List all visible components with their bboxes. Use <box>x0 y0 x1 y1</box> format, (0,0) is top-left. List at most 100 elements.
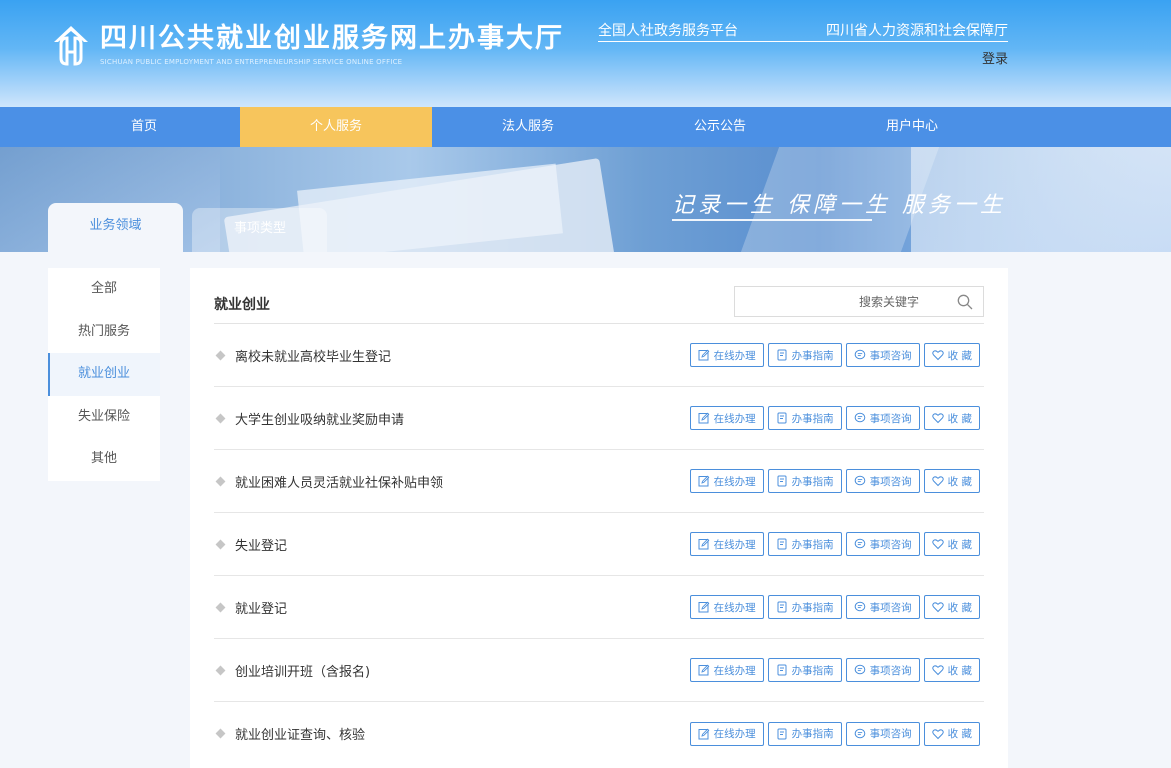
banner-slogan: 记录一生 保障一生 服务一生 <box>672 193 1006 218</box>
consult-label: 事项咨询 <box>869 601 912 614</box>
panel-title: 就业创业 <box>214 297 270 313</box>
list-item-title[interactable]: 就业登记 <box>235 598 287 617</box>
item-actions: 在线办理 办事指南 事项咨询 收 藏 <box>689 406 980 430</box>
sidebar-item-unemployment-insurance[interactable]: 失业保险 <box>48 396 160 439</box>
list-item-title[interactable]: 创业培训开班（含报名) <box>235 661 370 680</box>
guide-button[interactable]: 办事指南 <box>767 343 842 367</box>
nav-personal[interactable]: 个人服务 <box>240 107 432 147</box>
site-logo[interactable]: 四川公共就业创业服务网上办事大厅 SICHUAN PUBLIC EMPLOYME… <box>50 22 564 70</box>
favorite-label: 收 藏 <box>947 475 972 488</box>
bullet-icon <box>215 665 226 675</box>
guide-button[interactable]: 办事指南 <box>767 469 842 493</box>
guide-label: 办事指南 <box>791 412 834 425</box>
favorite-button[interactable]: 收 藏 <box>923 721 980 746</box>
sidebar-item-other[interactable]: 其他 <box>48 438 160 481</box>
nav-corporate[interactable]: 法人服务 <box>432 107 624 147</box>
guide-button[interactable]: 办事指南 <box>767 595 842 619</box>
document-icon <box>777 349 787 361</box>
list-item-title[interactable]: 失业登记 <box>235 535 287 554</box>
login-link[interactable]: 登录 <box>982 48 1008 67</box>
online-handle-button[interactable]: 在线办理 <box>689 595 764 619</box>
slogan-underline <box>672 219 872 221</box>
search-icon[interactable] <box>957 294 973 310</box>
main-nav: 首页 个人服务 法人服务 公示公告 用户中心 <box>0 107 1171 147</box>
consult-label: 事项咨询 <box>869 412 912 425</box>
consult-label: 事项咨询 <box>869 475 912 488</box>
document-icon <box>777 728 787 739</box>
online-handle-label: 在线办理 <box>713 475 756 488</box>
sidebar-item-all[interactable]: 全部 <box>48 268 160 311</box>
consult-button[interactable]: 事项咨询 <box>845 406 920 430</box>
consult-button[interactable]: 事项咨询 <box>845 595 920 619</box>
list-item: 就业创业证查询、核验 在线办理 办事指南 事项咨询 收 藏 <box>214 702 984 765</box>
guide-button[interactable]: 办事指南 <box>767 721 842 746</box>
consult-button[interactable]: 事项咨询 <box>845 532 920 556</box>
tab-item-type[interactable]: 事项类型 <box>192 208 327 252</box>
favorite-button[interactable]: 收 藏 <box>923 406 980 430</box>
chat-icon <box>854 475 865 486</box>
guide-label: 办事指南 <box>791 664 834 677</box>
main-panel: 就业创业 离校未就业高校毕业生登记 在线办理 办事指南 事项咨询 <box>190 268 1008 768</box>
edit-icon <box>698 664 709 676</box>
online-handle-button[interactable]: 在线办理 <box>689 532 764 556</box>
favorite-button[interactable]: 收 藏 <box>923 469 980 493</box>
list-item-title[interactable]: 就业创业证查询、核验 <box>235 724 365 743</box>
consult-label: 事项咨询 <box>869 664 912 677</box>
document-icon <box>777 475 787 487</box>
online-handle-button[interactable]: 在线办理 <box>689 406 764 430</box>
list-item: 就业困难人员灵活就业社保补贴申领 在线办理 办事指南 事项咨询 收 藏 <box>214 450 984 513</box>
list-item: 失业登记 在线办理 办事指南 事项咨询 收 藏 <box>214 513 984 576</box>
online-handle-button[interactable]: 在线办理 <box>689 721 764 746</box>
online-handle-button[interactable]: 在线办理 <box>689 658 764 682</box>
heart-icon <box>931 476 944 487</box>
consult-button[interactable]: 事项咨询 <box>845 658 920 682</box>
favorite-button[interactable]: 收 藏 <box>923 595 980 619</box>
nav-home[interactable]: 首页 <box>48 107 240 147</box>
tab-business-area[interactable]: 业务领域 <box>48 203 183 252</box>
favorite-label: 收 藏 <box>947 664 972 677</box>
favorite-button[interactable]: 收 藏 <box>923 343 980 367</box>
edit-icon <box>698 349 709 361</box>
chat-icon <box>854 664 865 675</box>
online-handle-button[interactable]: 在线办理 <box>689 343 764 367</box>
document-icon <box>777 664 787 676</box>
heart-icon <box>931 350 944 361</box>
list-item-title[interactable]: 大学生创业吸纳就业奖励申请 <box>235 409 404 428</box>
favorite-button[interactable]: 收 藏 <box>923 532 980 556</box>
guide-label: 办事指南 <box>791 601 834 614</box>
nav-user-center[interactable]: 用户中心 <box>816 107 1008 147</box>
chat-icon <box>854 412 865 423</box>
nav-announcements[interactable]: 公示公告 <box>624 107 816 147</box>
bullet-icon <box>215 476 226 486</box>
consult-button[interactable]: 事项咨询 <box>845 469 920 493</box>
top-links: 全国人社政务服务平台 四川省人力资源和社会保障厅 <box>598 20 1008 42</box>
consult-button[interactable]: 事项咨询 <box>845 343 920 367</box>
sidebar-item-employment[interactable]: 就业创业 <box>48 353 160 396</box>
heart-icon <box>931 602 944 613</box>
online-handle-button[interactable]: 在线办理 <box>689 469 764 493</box>
favorite-label: 收 藏 <box>947 728 972 740</box>
online-handle-label: 在线办理 <box>713 728 756 740</box>
guide-label: 办事指南 <box>791 349 834 362</box>
logo-icon <box>54 26 88 66</box>
bullet-icon <box>215 728 226 739</box>
heart-icon <box>931 539 944 550</box>
category-sidebar: 全部 热门服务 就业创业 失业保险 其他 <box>48 268 160 481</box>
list-item-title[interactable]: 就业困难人员灵活就业社保补贴申领 <box>235 472 443 491</box>
edit-icon <box>698 475 709 487</box>
search-input[interactable] <box>735 287 945 316</box>
link-sichuan-hrss[interactable]: 四川省人力资源和社会保障厅 <box>826 20 1008 40</box>
link-national-platform[interactable]: 全国人社政务服务平台 <box>598 20 738 40</box>
list-item-title[interactable]: 离校未就业高校毕业生登记 <box>235 346 391 365</box>
item-actions: 在线办理 办事指南 事项咨询 收 藏 <box>689 721 980 746</box>
search-box <box>734 286 984 317</box>
guide-button[interactable]: 办事指南 <box>767 406 842 430</box>
guide-button[interactable]: 办事指南 <box>767 532 842 556</box>
panel-header: 就业创业 <box>214 286 984 324</box>
consult-button[interactable]: 事项咨询 <box>845 721 920 746</box>
favorite-button[interactable]: 收 藏 <box>923 658 980 682</box>
guide-label: 办事指南 <box>791 475 834 488</box>
sidebar-item-hot[interactable]: 热门服务 <box>48 311 160 354</box>
guide-button[interactable]: 办事指南 <box>767 658 842 682</box>
heart-icon <box>931 728 944 739</box>
